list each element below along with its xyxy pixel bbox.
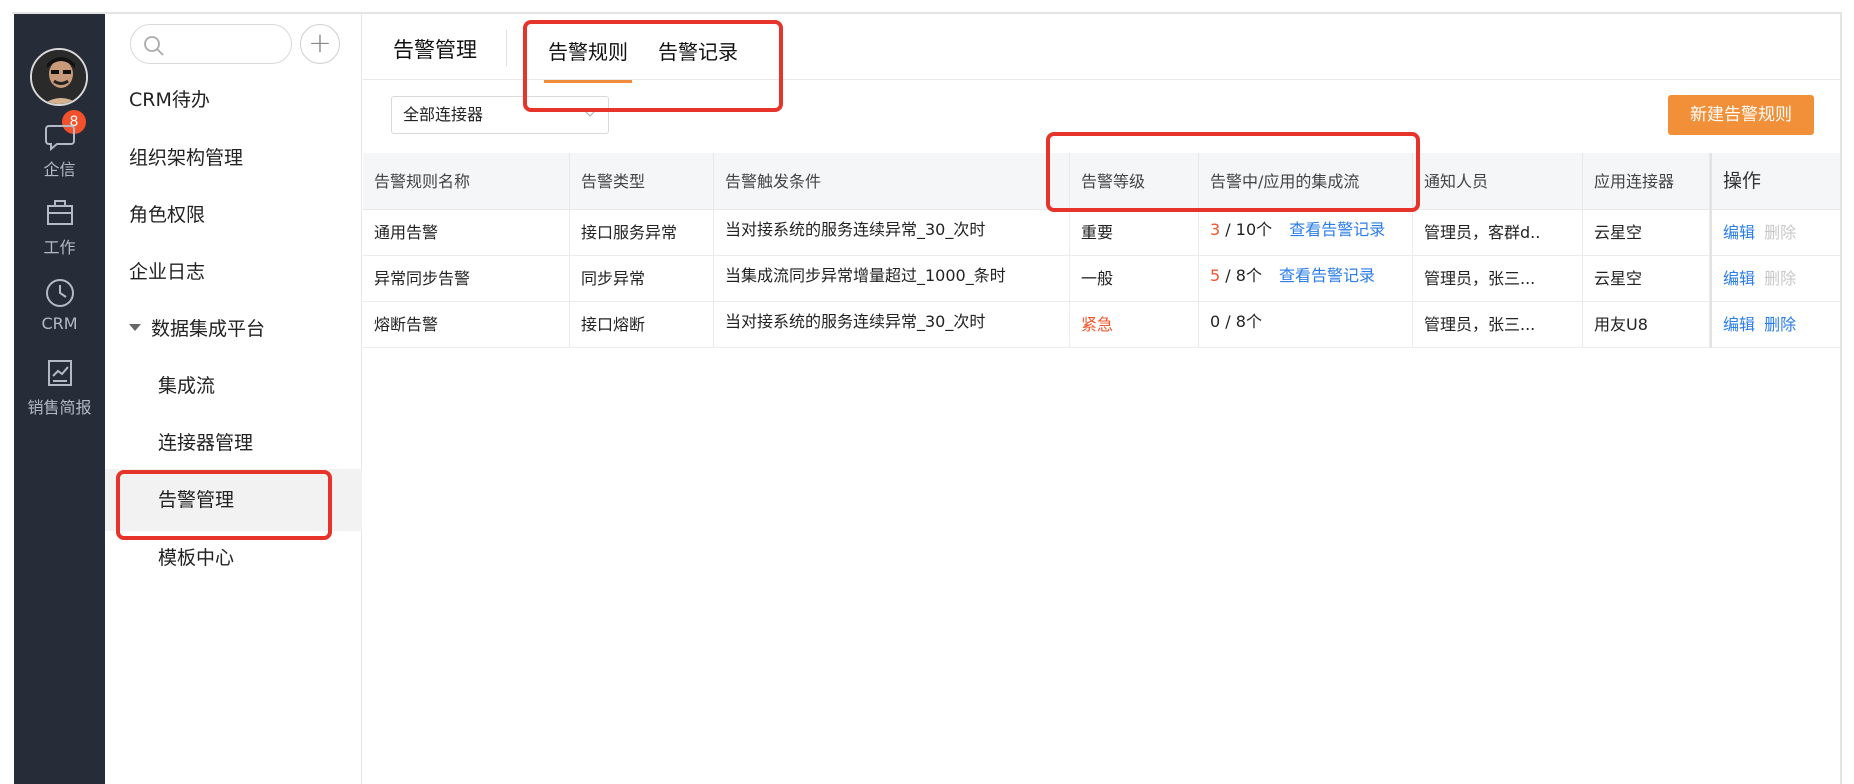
cell-alert-type: 同步异常	[570, 256, 714, 302]
sidebar-item-label: 企业日志	[129, 261, 206, 283]
nav-item-label: CRM	[41, 314, 78, 333]
cell-notify: 管理员，客群d..	[1413, 210, 1583, 256]
cell-connector: 用友U8	[1583, 302, 1710, 348]
sidebar-item-data-integration[interactable]: 数据集成平台	[105, 298, 362, 360]
cell-alert-type: 接口熔断	[570, 302, 714, 348]
highlight-box-menu	[116, 470, 332, 540]
sidebar-item-enterprise-log[interactable]: 企业日志	[105, 241, 362, 303]
highlight-box-tabs	[523, 20, 783, 112]
sidebar-item-roles[interactable]: 角色权限	[105, 184, 362, 246]
cell-notify: 管理员，张三...	[1413, 302, 1583, 348]
column-header: 告警类型	[570, 153, 714, 210]
cell-rule-name: 异常同步告警	[363, 256, 570, 302]
sidebar-item-label: CRM待办	[129, 89, 210, 111]
delete-link-disabled: 删除	[1764, 223, 1797, 242]
cell-ops: 编辑 删除	[1710, 302, 1840, 348]
delete-link[interactable]: 删除	[1764, 315, 1796, 334]
nav-item-sales-report[interactable]: 销售简报	[14, 356, 105, 418]
header-divider	[506, 30, 507, 66]
column-header: 告警规则名称	[363, 153, 570, 210]
nav-item-label: 企信	[43, 160, 76, 179]
cell-condition: 当对接系统的服务连续异常_30_次时	[714, 302, 1070, 348]
search-input[interactable]	[130, 24, 292, 64]
cell-level-urgent: 紧急	[1070, 302, 1199, 348]
sidebar-item-label: 角色权限	[129, 204, 206, 226]
nav-item-label: 工作	[43, 238, 76, 257]
edit-link[interactable]: 编辑	[1723, 315, 1755, 334]
flow-total: / 10个	[1225, 220, 1273, 239]
column-header: 通知人员	[1413, 153, 1583, 210]
chat-bubble-icon	[44, 125, 75, 152]
cell-notify: 管理员，张三...	[1413, 256, 1583, 302]
sidebar: + CRM待办 组织架构管理 角色权限 企业日志 数据集成平台 集成流 连接器管…	[105, 14, 362, 784]
table-row: 熔断告警 接口熔断 当对接系统的服务连续异常_30_次时 紧急 0 / 8个 管…	[363, 302, 1840, 348]
sidebar-item-label: 集成流	[158, 375, 216, 397]
cell-flows: 0 / 8个	[1199, 302, 1413, 348]
cell-flows: 5 / 8个 查看告警记录	[1199, 256, 1413, 302]
delete-link-disabled: 删除	[1764, 269, 1797, 288]
nav-item-work[interactable]: 工作	[14, 196, 105, 258]
nav-item-label: 销售简报	[27, 398, 92, 417]
sidebar-item-integration-flow[interactable]: 集成流	[105, 355, 362, 417]
alerting-count: 5	[1210, 266, 1221, 285]
search-icon	[144, 36, 164, 56]
cell-connector: 云星空	[1583, 210, 1710, 256]
flow-total: / 8个	[1225, 266, 1262, 285]
column-header: 告警触发条件	[714, 153, 1070, 210]
nav-item-qixin[interactable]: 企信	[14, 118, 105, 180]
sidebar-item-label: 模板中心	[158, 547, 235, 569]
cell-condition: 当集成流同步异常增量超过_1000_条时	[714, 256, 1070, 302]
cell-ops: 编辑 删除	[1710, 210, 1840, 256]
sidebar-item-label: 组织架构管理	[129, 147, 244, 169]
cell-level: 重要	[1070, 210, 1199, 256]
sidebar-item-connector[interactable]: 连接器管理	[105, 412, 362, 474]
filter-value: 全部连接器	[403, 105, 484, 124]
main-content: 告警管理 告警规则 告警记录 全部连接器 新建告警规则 告警规则名称 告警类型 …	[363, 14, 1840, 784]
cell-ops: 编辑 删除	[1710, 256, 1840, 302]
cell-rule-name: 通用告警	[363, 210, 570, 256]
cell-level: 一般	[1070, 256, 1199, 302]
alerting-count: 0	[1210, 312, 1221, 331]
cell-alert-type: 接口服务异常	[570, 210, 714, 256]
view-alert-records-link[interactable]: 查看告警记录	[1289, 220, 1385, 239]
highlight-box-columns	[1046, 132, 1420, 212]
sidebar-item-org[interactable]: 组织架构管理	[105, 127, 362, 189]
page-title: 告警管理	[393, 38, 477, 62]
edit-link[interactable]: 编辑	[1723, 223, 1755, 242]
edit-link[interactable]: 编辑	[1723, 269, 1755, 288]
new-alert-rule-button[interactable]: 新建告警规则	[1668, 95, 1814, 135]
avatar[interactable]	[30, 48, 88, 106]
app-nav: 8 企信 工作 CRM 销售简报	[14, 14, 105, 784]
alerting-count: 3	[1210, 220, 1221, 239]
column-header: 应用连接器	[1583, 153, 1710, 210]
nav-item-crm[interactable]: CRM	[14, 276, 105, 333]
cell-condition: 当对接系统的服务连续异常_30_次时	[714, 210, 1070, 256]
cell-connector: 云星空	[1583, 256, 1710, 302]
sidebar-item-crm-todo[interactable]: CRM待办	[105, 69, 362, 131]
column-header-ops: 操作	[1710, 153, 1840, 210]
clock-icon	[45, 279, 74, 307]
table-row: 通用告警 接口服务异常 当对接系统的服务连续异常_30_次时 重要 3 / 10…	[363, 210, 1840, 256]
view-alert-records-link[interactable]: 查看告警记录	[1279, 266, 1375, 285]
cell-flows: 3 / 10个 查看告警记录	[1199, 210, 1413, 256]
flow-total: / 8个	[1225, 312, 1262, 331]
cell-rule-name: 熔断告警	[363, 302, 570, 348]
caret-down-icon	[129, 324, 141, 331]
report-icon	[47, 360, 72, 386]
add-button[interactable]: +	[300, 24, 340, 64]
table-row: 异常同步告警 同步异常 当集成流同步异常增量超过_1000_条时 一般 5 / …	[363, 256, 1840, 302]
sidebar-item-label: 数据集成平台	[151, 318, 266, 340]
sidebar-item-label: 连接器管理	[158, 432, 254, 454]
briefcase-icon	[46, 200, 73, 225]
plus-icon: +	[308, 26, 332, 59]
